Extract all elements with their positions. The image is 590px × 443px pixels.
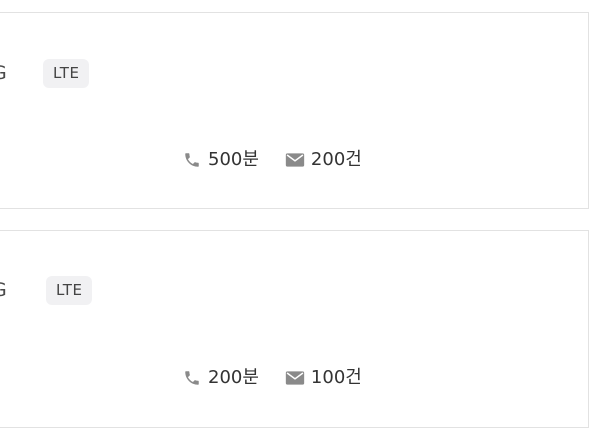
message-count: 200건 [310,149,362,170]
voice-benefit: 200분 [182,366,259,390]
mail-icon [285,150,305,170]
mail-icon [285,368,305,388]
network-label: G [0,61,7,85]
phone-icon [182,368,202,388]
message-benefit: 100건 [285,366,362,390]
message-benefit: 200건 [285,148,362,172]
plan-benefits: 200분 100건 [182,365,388,391]
voice-minutes: 500분 [208,149,259,170]
plan-card[interactable]: G LTE 200분 100건 [0,230,589,428]
plan-benefits: 500분 200건 [182,147,388,173]
voice-minutes: 200분 [208,367,259,388]
plan-card[interactable]: G LTE 500분 200건 [0,12,589,209]
lte-badge: LTE [43,59,90,88]
lte-badge: LTE [46,276,93,305]
network-label: G [0,278,7,302]
message-count: 100건 [310,367,362,388]
phone-icon [182,150,202,170]
plan-list: G LTE 500분 200건 [0,0,590,443]
voice-benefit: 500분 [182,148,259,172]
